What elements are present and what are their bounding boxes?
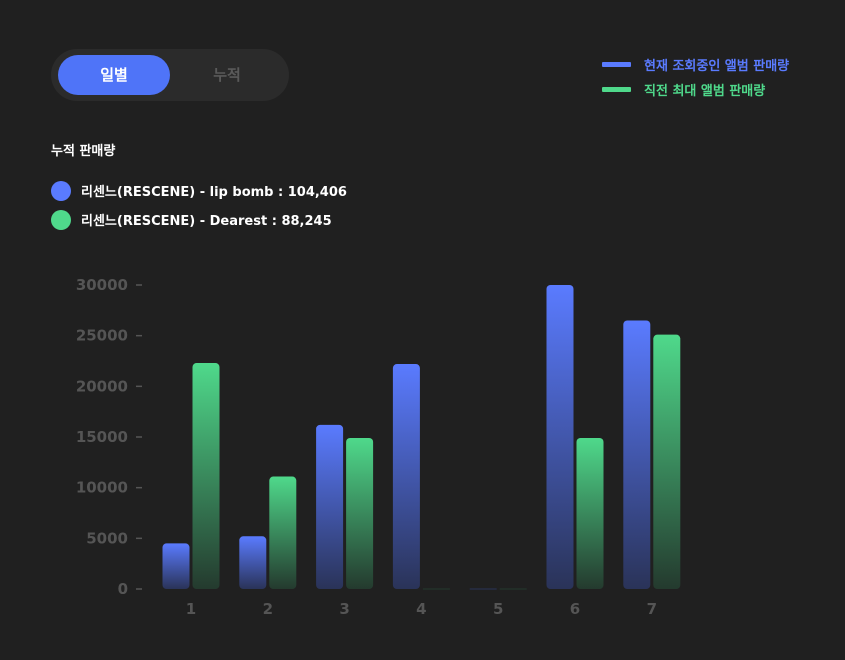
bar-current[interactable]	[239, 536, 267, 589]
x-tick-label: 5	[493, 600, 503, 618]
x-tick-label: 4	[416, 600, 426, 618]
x-tick-label: 1	[186, 600, 196, 618]
bar-previous[interactable]	[653, 334, 681, 589]
bar-current[interactable]	[546, 285, 574, 589]
x-tick-label: 3	[339, 600, 349, 618]
x-tick-label: 6	[570, 600, 580, 618]
bar-previous[interactable]	[346, 438, 374, 589]
x-tick-label: 7	[647, 600, 657, 618]
y-tick-label: 5000	[86, 529, 128, 547]
bar-previous[interactable]	[269, 476, 297, 589]
y-tick-label: 20000	[76, 377, 128, 395]
bar-previous[interactable]	[576, 438, 604, 589]
bar-previous[interactable]	[192, 363, 220, 589]
y-tick-label: 15000	[76, 428, 128, 446]
bar-current[interactable]	[623, 320, 651, 589]
x-tick-label: 2	[263, 600, 273, 618]
bar-current[interactable]	[316, 424, 344, 589]
y-tick-label: 30000	[76, 276, 128, 294]
bar-current[interactable]	[392, 364, 420, 589]
y-tick-label: 25000	[76, 327, 128, 345]
y-tick-label: 0	[118, 580, 128, 598]
bar-current[interactable]	[162, 543, 190, 589]
y-tick-label: 10000	[76, 479, 128, 497]
daily-sales-bar-chart: 0 5000 10000 15000 20000 25000 30000 1 2 3 4 5 6 7	[76, 276, 681, 618]
